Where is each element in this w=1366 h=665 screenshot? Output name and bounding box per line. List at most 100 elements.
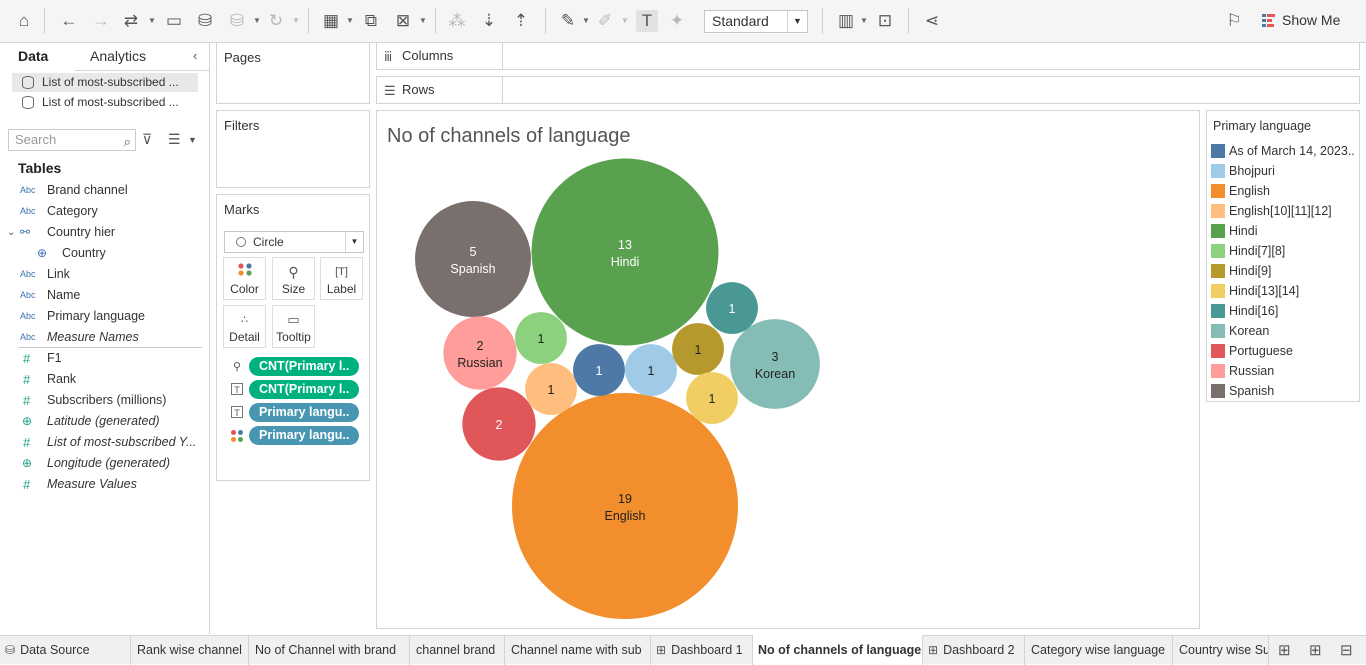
format-painter-icon[interactable]: ⚐ (1223, 10, 1245, 32)
field-link[interactable]: Abc Link (0, 264, 209, 285)
pill-label-field[interactable]: Primary langu.. (249, 403, 359, 422)
tooltip-button[interactable]: ▭ Tooltip (272, 305, 315, 348)
sort-ascending-icon[interactable]: ⇣ (478, 10, 500, 32)
show-cards-icon[interactable]: ▥ (835, 10, 857, 32)
viz-area[interactable]: No of channels of language 19 English 13 Hi… (376, 110, 1200, 629)
pin-icon[interactable]: ✦ (666, 10, 688, 32)
new-dashboard-icon[interactable]: ⊞ (1309, 641, 1322, 659)
redo-icon[interactable]: → (90, 10, 112, 32)
new-worksheet-icon[interactable]: ▦ (320, 10, 342, 32)
legend-item[interactable]: Hindi[16] (1210, 301, 1358, 321)
chevron-down-icon[interactable]: ▼ (621, 16, 629, 26)
field-category[interactable]: Abc Category (0, 201, 209, 222)
legend-item[interactable]: Hindi (1210, 221, 1358, 241)
field-list-of-most-subscribed-y[interactable]: # List of most-subscribed Y... (0, 432, 209, 453)
legend-item[interactable]: Hindi[9] (1210, 261, 1358, 281)
pill-color-field[interactable]: Primary langu.. (249, 426, 359, 445)
sheet-tab-channel-name-with-sub[interactable]: Channel name with sub (505, 636, 651, 665)
sheet-tab-data-source[interactable]: ⛁ Data Source (0, 636, 131, 665)
field-primary-language[interactable]: Abc Primary language (0, 306, 209, 327)
chevron-down-icon[interactable]: ▼ (419, 16, 427, 26)
legend-item[interactable]: English[10][11][12] (1210, 201, 1358, 221)
bubble-mark[interactable] (443, 316, 517, 390)
sheet-tab-dashboard-2[interactable]: ⊞ Dashboard 2 (923, 636, 1025, 665)
clear-sheet-icon[interactable]: ⊠ (392, 10, 414, 32)
field-subscribers-millions[interactable]: # Subscribers (millions) (0, 390, 209, 411)
chevron-down-icon[interactable]: ▼ (148, 16, 156, 26)
show-labels-icon[interactable]: T (636, 10, 658, 32)
columns-shelf[interactable]: ⅲ Columns (376, 42, 1360, 70)
field-latitude-generated[interactable]: ⊕ Latitude (generated) (0, 411, 209, 432)
undo-icon[interactable]: ← (58, 10, 80, 32)
duplicate-sheet-icon[interactable]: ⧉ (360, 10, 382, 32)
legend-item[interactable]: English (1210, 181, 1358, 201)
sheet-tab-rank-wise-channel[interactable]: Rank wise channel (131, 636, 249, 665)
legend-item[interactable]: Korean (1210, 321, 1358, 341)
field-measure-names[interactable]: Abc Measure Names (0, 327, 209, 348)
share-icon[interactable]: ⋖ (921, 10, 943, 32)
filters-shelf[interactable]: Filters (216, 110, 370, 188)
pages-shelf[interactable]: Pages (216, 42, 370, 104)
bubble-chart[interactable]: 19 English 13 Hindi 5 Spanish 3 Korean 2 Russian 2… (377, 111, 1199, 628)
datasource-item[interactable]: List of most-subscribed ... (12, 93, 198, 112)
collapse-pane-icon[interactable]: ‹ (193, 48, 197, 63)
tab-data[interactable]: Data (18, 48, 48, 64)
bubble-mark[interactable] (730, 319, 820, 409)
label-button[interactable]: [T] Label (320, 257, 363, 300)
sheet-tab-category-wise-language[interactable]: Category wise language (1025, 636, 1173, 665)
presentation-icon[interactable]: ⊡ (874, 10, 896, 32)
chevron-down-icon[interactable]: ▼ (582, 16, 590, 26)
legend-item[interactable]: Hindi[13][14] (1210, 281, 1358, 301)
tab-analytics[interactable]: Analytics (90, 48, 146, 64)
replace-datasource-icon[interactable]: ⇄ (120, 10, 142, 32)
save-icon[interactable]: ▭ (163, 10, 185, 32)
sheet-tab-channel-brand[interactable]: channel brand (410, 636, 505, 665)
refresh-icon[interactable]: ↻ (265, 10, 287, 32)
fit-dropdown[interactable]: Standard ▼ (704, 10, 808, 33)
datasource-item[interactable]: List of most-subscribed ... (12, 73, 198, 92)
sheet-tab-no-of-channel-with-brand[interactable]: No of Channel with brand (249, 636, 410, 665)
field-country[interactable]: ⊕ Country (0, 243, 209, 264)
legend-item[interactable]: Bhojpuri (1210, 161, 1358, 181)
sort-descending-icon[interactable]: ⇡ (510, 10, 532, 32)
field-name[interactable]: Abc Name (0, 285, 209, 306)
detail-button[interactable]: ∴ Detail (223, 305, 266, 348)
new-worksheet-icon[interactable]: ⊞ (1278, 641, 1291, 659)
group-icon[interactable]: ⁂ (446, 10, 468, 32)
bubble-mark[interactable] (415, 201, 531, 317)
color-button[interactable]: Color (223, 257, 266, 300)
attach-icon[interactable]: ✐ (594, 10, 616, 32)
legend-item[interactable]: As of March 14, 2023.. (1210, 141, 1358, 161)
rows-shelf[interactable]: ☰ Rows (376, 76, 1360, 104)
new-datasource-icon[interactable]: ⛁ (194, 10, 216, 32)
field-measure-values[interactable]: # Measure Values (0, 474, 209, 495)
chevron-down-icon[interactable]: ▼ (188, 135, 197, 145)
legend-item[interactable]: Hindi[7][8] (1210, 241, 1358, 261)
home-icon[interactable]: ⌂ (13, 10, 35, 32)
field-rank[interactable]: # Rank (0, 369, 209, 390)
field-country-hier[interactable]: ⌄ ⚯ Country hier (0, 222, 209, 243)
field-longitude-generated[interactable]: ⊕ Longitude (generated) (0, 453, 209, 474)
sheet-tab-dashboard-1[interactable]: ⊞ Dashboard 1 (651, 636, 753, 665)
legend-item[interactable]: Spanish (1210, 381, 1358, 401)
bubble-mark[interactable] (512, 393, 738, 619)
view-list-icon[interactable]: ☰ (168, 131, 181, 148)
pill-label-field[interactable]: CNT(Primary l.. (249, 380, 359, 399)
pill-size-field[interactable]: CNT(Primary l.. (249, 357, 359, 376)
legend-item[interactable]: Portuguese (1210, 341, 1358, 361)
field-brand-channel[interactable]: Abc Brand channel (0, 180, 209, 201)
field-f1[interactable]: # F1 (0, 348, 209, 369)
size-button[interactable]: ⚲ Size (272, 257, 315, 300)
chevron-down-icon[interactable]: ▼ (253, 16, 261, 26)
sheet-tab-no-of-channels-of-language[interactable]: No of channels of language (753, 635, 923, 665)
highlight-icon[interactable]: ✎ (557, 10, 579, 32)
chevron-down-icon[interactable]: ▼ (292, 16, 300, 26)
bubble-mark[interactable] (531, 158, 719, 346)
chevron-down-icon[interactable]: ▼ (346, 16, 354, 26)
search-input[interactable]: Search ⌕ (8, 129, 136, 151)
show-me-button[interactable]: Show Me (1262, 12, 1340, 32)
legend-item[interactable]: Russian (1210, 361, 1358, 381)
mark-type-dropdown[interactable]: Circle ▼ (224, 231, 364, 253)
chevron-down-icon[interactable]: ▼ (860, 16, 868, 26)
pause-updates-icon[interactable]: ⛁ (226, 10, 248, 32)
